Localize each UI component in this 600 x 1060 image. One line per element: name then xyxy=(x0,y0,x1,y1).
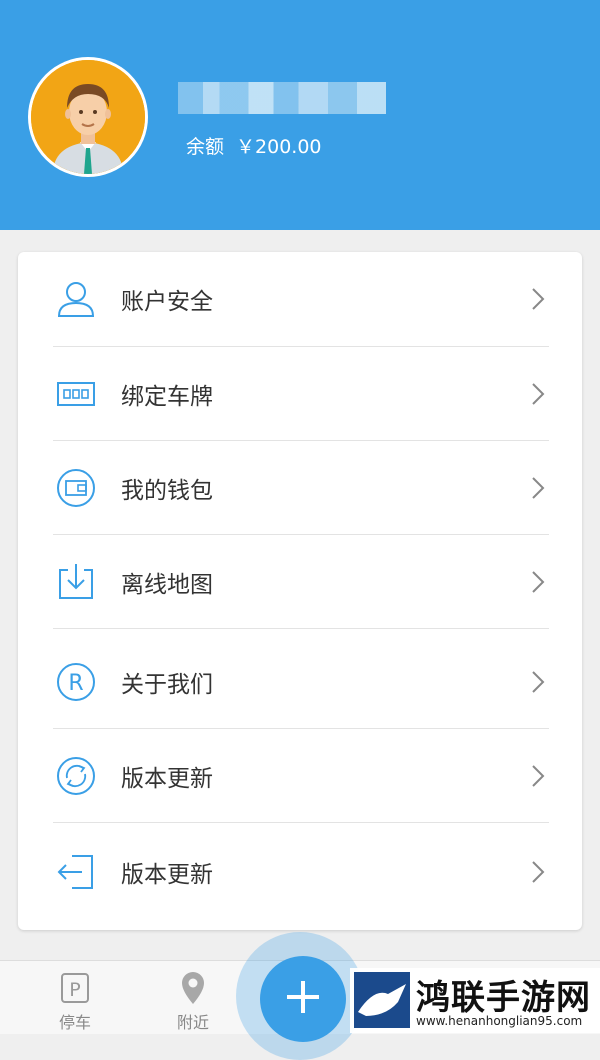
menu-item-label: 关于我们 xyxy=(121,672,213,698)
username-obscured xyxy=(178,82,386,114)
download-icon xyxy=(54,560,98,604)
balance: 余额 ￥200.00 xyxy=(186,132,322,158)
menu-item-label: 我的钱包 xyxy=(121,478,213,504)
chevron-right-icon xyxy=(530,670,546,694)
menu-item-about-us[interactable]: R 关于我们 xyxy=(18,635,582,729)
logout-icon xyxy=(54,850,98,894)
profile-header: 余额 ￥200.00 xyxy=(0,0,600,230)
license-plate-icon xyxy=(54,372,98,416)
tab-label: 附近 xyxy=(176,1013,209,1032)
location-pin-icon xyxy=(180,971,206,1009)
svg-text:P: P xyxy=(69,979,80,1001)
wallet-icon xyxy=(54,466,98,510)
watermark-title: 鸿联手游网 xyxy=(416,978,591,1018)
menu-item-account-security[interactable]: 账户安全 xyxy=(18,252,582,346)
menu-item-label: 绑定车牌 xyxy=(121,384,213,410)
tab-nearby[interactable]: 附近 xyxy=(153,961,233,1034)
menu-item-bind-plate[interactable]: 绑定车牌 xyxy=(18,347,582,441)
menu-item-offline-map[interactable]: 离线地图 xyxy=(18,535,582,629)
menu-card: 账户安全 绑定车牌 我的钱包 离线地图 R 关于我们 版本更新 版本更新 xyxy=(18,252,582,930)
svg-text:R: R xyxy=(68,671,83,696)
tab-parking[interactable]: P 停车 xyxy=(35,961,115,1034)
watermark: 鸿联手游网 www.henanhonglian95.com xyxy=(350,968,600,1033)
menu-item-logout[interactable]: 版本更新 xyxy=(18,825,582,919)
user-icon xyxy=(54,277,98,321)
registered-icon: R xyxy=(54,660,98,704)
avatar[interactable] xyxy=(28,57,148,177)
plus-icon xyxy=(285,979,321,1019)
divider xyxy=(53,822,549,823)
watermark-logo-icon xyxy=(354,972,410,1028)
balance-label: 余额 xyxy=(186,135,225,158)
menu-item-version-update[interactable]: 版本更新 xyxy=(18,729,582,823)
menu-item-wallet[interactable]: 我的钱包 xyxy=(18,441,582,535)
chevron-right-icon xyxy=(530,287,546,311)
menu-item-label: 版本更新 xyxy=(121,766,213,792)
watermark-url: www.henanhonglian95.com xyxy=(416,1014,583,1028)
chevron-right-icon xyxy=(530,764,546,788)
chevron-right-icon xyxy=(530,860,546,884)
divider xyxy=(53,628,549,629)
refresh-icon xyxy=(54,754,98,798)
user-avatar-icon xyxy=(31,60,145,174)
menu-item-label: 版本更新 xyxy=(121,862,213,888)
menu-item-label: 离线地图 xyxy=(121,572,213,598)
menu-item-label: 账户安全 xyxy=(121,289,213,315)
chevron-right-icon xyxy=(530,476,546,500)
balance-value: ￥200.00 xyxy=(236,135,322,158)
tab-label: 停车 xyxy=(58,1013,91,1032)
parking-icon: P xyxy=(61,973,89,1007)
add-button[interactable] xyxy=(260,956,346,1042)
chevron-right-icon xyxy=(530,382,546,406)
chevron-right-icon xyxy=(530,570,546,594)
